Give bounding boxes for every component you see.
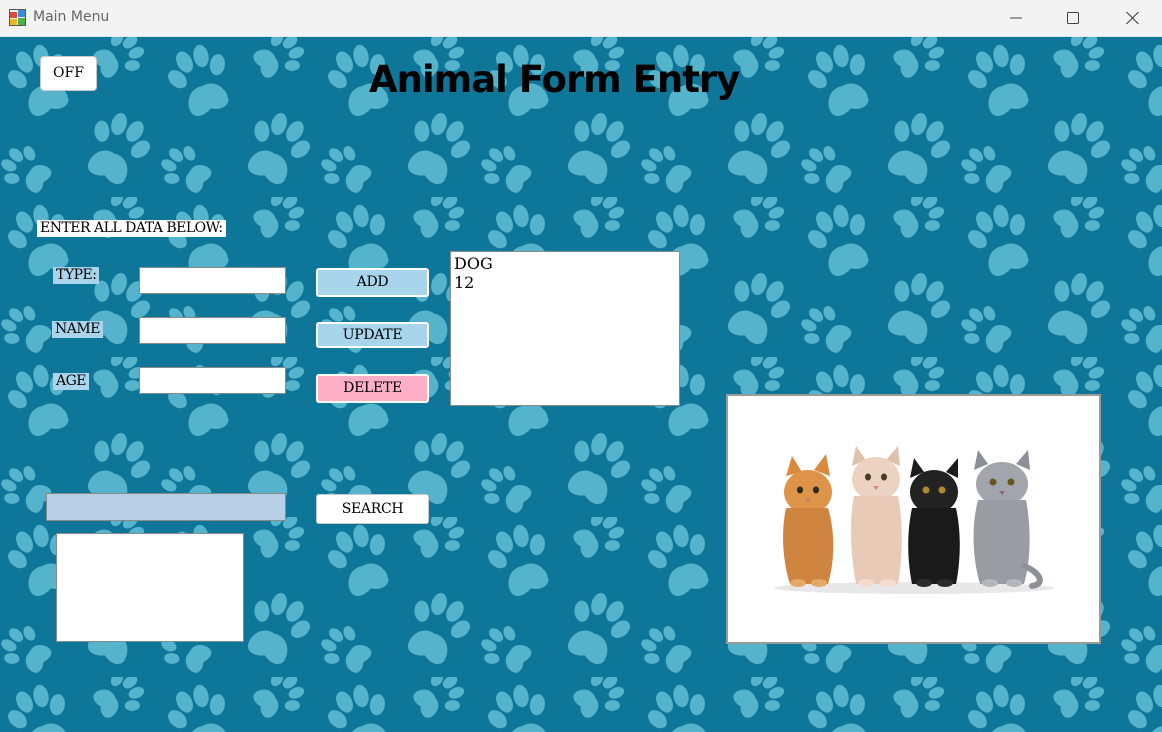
minimize-button[interactable] bbox=[987, 0, 1045, 36]
age-label: AGE bbox=[53, 373, 90, 390]
search-input[interactable] bbox=[46, 493, 286, 521]
kittens-photo bbox=[774, 446, 1054, 594]
app-icon bbox=[9, 9, 26, 26]
minimize-icon bbox=[1010, 17, 1022, 19]
age-input[interactable] bbox=[139, 367, 286, 394]
animal-listbox[interactable]: DOG 12 bbox=[450, 251, 680, 406]
type-label: TYPE: bbox=[53, 267, 100, 284]
orange-kitten bbox=[783, 454, 834, 587]
list-item[interactable]: DOG bbox=[454, 254, 676, 273]
grey-kitten bbox=[973, 450, 1043, 589]
type-input[interactable] bbox=[139, 267, 286, 294]
list-item[interactable]: 12 bbox=[454, 273, 676, 292]
maximize-icon bbox=[1067, 12, 1079, 24]
maximize-button[interactable] bbox=[1044, 0, 1102, 36]
off-button[interactable]: OFF bbox=[40, 56, 97, 91]
window-title: Main Menu bbox=[33, 9, 110, 25]
page-title: Animal Form Entry bbox=[369, 58, 740, 101]
instruction-label: ENTER ALL DATA BELOW: bbox=[37, 220, 226, 237]
close-icon bbox=[1126, 12, 1139, 24]
black-kitten bbox=[908, 458, 960, 587]
title-bar: Main Menu bbox=[0, 0, 1162, 37]
name-label: NAME bbox=[52, 321, 103, 338]
form-client-area: Animal Form Entry OFF ENTER ALL DATA BEL… bbox=[0, 37, 1162, 732]
delete-button[interactable]: DELETE bbox=[316, 374, 429, 403]
name-input[interactable] bbox=[139, 317, 286, 344]
close-button[interactable] bbox=[1103, 0, 1161, 36]
kittens-picture-box bbox=[726, 394, 1101, 644]
search-results-box[interactable] bbox=[56, 533, 244, 642]
search-button[interactable]: SEARCH bbox=[316, 494, 429, 524]
add-button[interactable]: ADD bbox=[316, 268, 429, 297]
update-button[interactable]: UPDATE bbox=[316, 322, 429, 348]
cream-kitten bbox=[850, 446, 902, 587]
